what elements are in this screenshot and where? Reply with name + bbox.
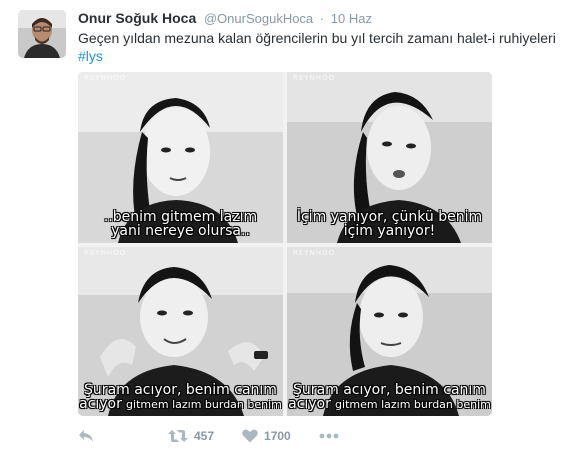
more-button[interactable] [319,433,345,439]
tweet-text: Geçen yıldan mezuna kalan öğrencilerin b… [78,29,568,65]
like-count: 1700 [264,429,291,443]
caption: ..benim gitmem lazım yani nereye olursa.… [78,210,283,238]
caption: Şuram acıyor, benim canım acıyor gitmem … [287,383,492,412]
more-icon [319,433,339,439]
caption-line-1: İçim yanıyor, çünkü benim [296,209,483,225]
separator-dot: · [319,11,325,26]
tweet: Onur Soğuk Hoca @OnurSogukHoca · 10 Haz … [0,0,580,463]
watermark: REYNHOO [84,249,127,257]
retweet-button[interactable]: 457 [168,429,214,443]
caption: İçim yanıyor, çünkü benim içim yanıyor! [287,210,492,238]
tweet-media[interactable]: REYNHOO ..benim gitmem lazım yani nereye… [78,72,492,416]
watermark: REYNHOO [293,249,336,257]
reply-button[interactable] [78,429,100,443]
watermark: REYNHOO [84,74,127,82]
author-handle[interactable]: @OnurSogukHoca [204,11,313,26]
caption-line-2-main: acıyor [79,396,122,412]
caption-line-2-main: acıyor [288,396,331,412]
caption-line-2-tail: gitmem lazım burdan benim [126,398,282,411]
caption-line-1: ..benim gitmem lazım [103,209,258,225]
retweet-icon [168,430,188,442]
reply-icon [79,430,93,442]
caption-line-1: Şuram acıyor, benim canım [293,382,486,398]
like-button[interactable]: 1700 [242,429,291,443]
heart-icon [242,429,258,443]
caption-line-1: Şuram acıyor, benim canım [84,382,277,398]
caption-line-2: içim yanıyor! [343,223,436,239]
caption-line-2-tail: gitmem lazım burdan benim [335,398,491,411]
watermark: REYNHOO [293,74,336,82]
media-panel-2: REYNHOO İçim yanıyor, çünkü benim içim y… [287,72,492,243]
caption: Şuram acıyor, benim canım acıyor gitmem … [78,383,283,412]
retweet-count: 457 [194,429,215,443]
media-panel-1: REYNHOO ..benim gitmem lazım yani nereye… [78,72,283,243]
author-name[interactable]: Onur Soğuk Hoca [78,10,196,26]
media-panel-4: REYNHOO Şuram acıyor, benim canım acıyor… [287,247,492,416]
tweet-date[interactable]: 10 Haz [331,11,372,26]
caption-line-2: yani nereye olursa.. [111,223,250,239]
media-panel-3: REYNHOO Şuram acıyor, benim canım acıyor… [78,247,283,416]
tweet-body: Geçen yıldan mezuna kalan öğrencilerin b… [78,30,556,46]
avatar[interactable] [18,10,66,58]
hashtag-link[interactable]: #lys [78,48,103,64]
tweet-actions: 457 1700 [78,426,373,446]
tweet-header: Onur Soğuk Hoca @OnurSogukHoca · 10 Haz [78,10,372,26]
